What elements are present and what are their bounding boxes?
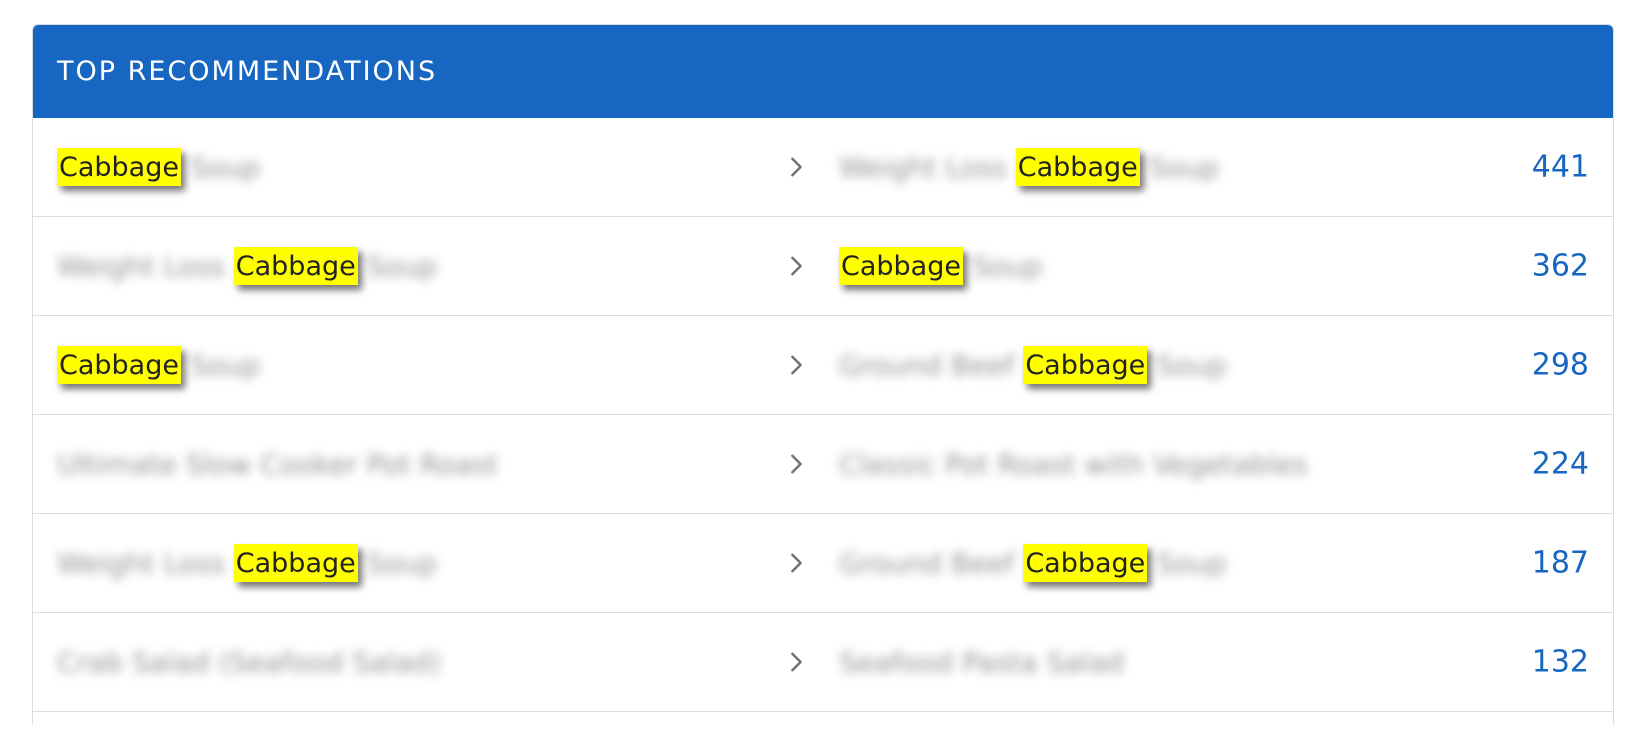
recommended-recipe-suffix: Soup: [1147, 348, 1227, 382]
source-recipe[interactable]: Weight Loss Cabbage Soup: [57, 217, 437, 315]
recommendation-row[interactable]: Ultimate Slow Cooker Pot Roast Classic P…: [33, 415, 1613, 514]
source-recipe-highlight: Cabbage: [57, 345, 181, 385]
source-recipe[interactable]: Crab Salad (Seafood Salad): [57, 613, 441, 711]
source-recipe[interactable]: Cabbage Soup: [57, 118, 260, 216]
recommended-recipe[interactable]: Ground Beef Cabbage Soup: [839, 316, 1227, 414]
recommendation-count[interactable]: 441: [1532, 150, 1589, 185]
source-recipe-highlight: Cabbage: [233, 543, 358, 583]
recommended-recipe[interactable]: Seafood Pasta Salad: [839, 613, 1124, 711]
recommended-recipe-highlight: Cabbage: [839, 246, 963, 286]
panel-header: TOP RECOMMENDATIONS: [33, 25, 1613, 118]
chevron-right-icon[interactable]: [785, 354, 807, 376]
recommended-recipe-prefix: Weight Loss: [839, 150, 1016, 184]
recommended-recipe-highlight: Cabbage: [1023, 543, 1148, 583]
source-recipe-highlight: Cabbage: [57, 147, 181, 187]
recommendation-row[interactable]: Weight Loss Cabbage Soup Ground Beef Cab…: [33, 514, 1613, 613]
recommendation-count[interactable]: 362: [1532, 249, 1589, 284]
recommended-recipe-highlight: Cabbage: [1015, 147, 1140, 187]
source-recipe[interactable]: Cabbage Soup: [57, 316, 260, 414]
panel-title: TOP RECOMMENDATIONS: [57, 56, 438, 87]
source-recipe-prefix: Crab Salad (Seafood Salad): [57, 645, 441, 679]
recommended-recipe[interactable]: Weight Loss Cabbage Soup: [839, 118, 1219, 216]
source-recipe-prefix: Weight Loss: [57, 546, 234, 580]
recommendation-row[interactable]: Cabbage Soup Ground Beef Cabbage Soup 29…: [33, 316, 1613, 415]
recommendation-count[interactable]: 298: [1532, 348, 1589, 383]
chevron-right-icon[interactable]: [785, 552, 807, 574]
chevron-right-icon[interactable]: [785, 453, 807, 475]
chevron-right-icon[interactable]: [785, 255, 807, 277]
source-recipe-prefix: Ultimate Slow Cooker Pot Roast: [57, 447, 498, 481]
source-recipe[interactable]: Weight Loss Cabbage Soup: [57, 514, 437, 612]
recommended-recipe-suffix: Soup: [1139, 150, 1220, 184]
recommended-recipe[interactable]: Classic Pot Roast with Vegetables: [839, 415, 1308, 513]
source-recipe-prefix: Weight Loss: [57, 249, 234, 283]
recommendations-list: Cabbage Soup Weight Loss Cabbage Soup 44…: [33, 118, 1613, 712]
source-recipe-suffix: Soup: [180, 348, 261, 382]
recommendation-row[interactable]: Crab Salad (Seafood Salad) Seafood Pasta…: [33, 613, 1613, 712]
recommended-recipe[interactable]: Cabbage Soup: [839, 217, 1042, 315]
chevron-right-icon[interactable]: [785, 156, 807, 178]
recommended-recipe-prefix: Ground Beef: [839, 348, 1024, 382]
chevron-right-icon[interactable]: [785, 651, 807, 673]
recommendation-row[interactable]: Cabbage Soup Weight Loss Cabbage Soup 44…: [33, 118, 1613, 217]
recommendation-count[interactable]: 187: [1532, 546, 1589, 581]
recommended-recipe-suffix: Soup: [962, 249, 1043, 283]
recommendation-count[interactable]: 224: [1532, 447, 1589, 482]
source-recipe[interactable]: Ultimate Slow Cooker Pot Roast: [57, 415, 498, 513]
recommended-recipe-prefix: Classic Pot Roast with Vegetables: [839, 447, 1308, 481]
source-recipe-highlight: Cabbage: [233, 246, 358, 286]
source-recipe-suffix: Soup: [180, 150, 261, 184]
recommended-recipe-prefix: Ground Beef: [839, 546, 1024, 580]
source-recipe-suffix: Soup: [357, 249, 438, 283]
recommendation-row[interactable]: Weight Loss Cabbage Soup Cabbage Soup 36…: [33, 217, 1613, 316]
recommended-recipe-prefix: Seafood Pasta Salad: [839, 645, 1125, 679]
recommendation-count[interactable]: 132: [1532, 645, 1589, 680]
recommended-recipe-highlight: Cabbage: [1023, 345, 1148, 385]
recommended-recipe-suffix: Soup: [1147, 546, 1227, 580]
source-recipe-suffix: Soup: [357, 546, 438, 580]
recommendations-panel: TOP RECOMMENDATIONS Cabbage Soup Weight …: [32, 24, 1614, 725]
recommended-recipe[interactable]: Ground Beef Cabbage Soup: [839, 514, 1227, 612]
